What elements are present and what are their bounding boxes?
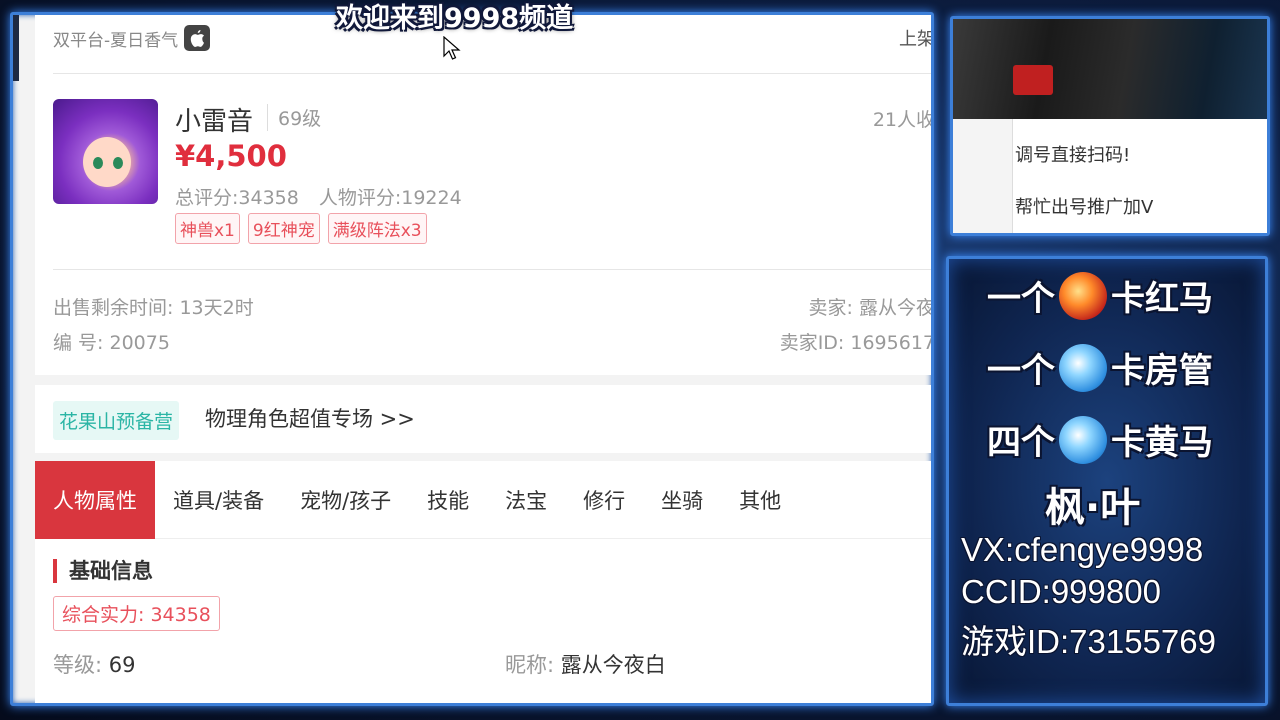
channel-welcome-title: 欢迎来到9998频道 (336, 3, 574, 34)
divider (53, 73, 931, 74)
tab-skills[interactable]: 技能 (409, 461, 487, 539)
webcam-video (953, 19, 1267, 119)
reward-line: 四个 卡黄马 (987, 415, 1213, 464)
reward-prize: 卡房管 (1111, 351, 1213, 391)
platform-row: 双平台-夏日香气 (53, 25, 211, 51)
avatar-face (83, 137, 131, 187)
tag: 9红神宠 (247, 213, 320, 244)
details-card: 人物属性 道具/装备 宠物/孩子 技能 法宝 修行 坐骑 其他 基础信息 综合实… (35, 461, 931, 703)
character-name[interactable]: 小雷音 (175, 101, 253, 138)
tab-other[interactable]: 其他 (721, 461, 799, 539)
mouse-cursor-icon (443, 36, 461, 60)
character-score: 人物评分:19224 (318, 187, 462, 209)
cc-id: CCID:999800 (961, 573, 1161, 610)
promo-badge: 花果山预备营 (53, 401, 180, 440)
frame-edge (13, 15, 19, 81)
divider (53, 269, 931, 270)
tab-mounts[interactable]: 坐骑 (643, 461, 721, 539)
tab-treasures[interactable]: 法宝 (487, 461, 565, 539)
chat-sidebar (953, 119, 1013, 233)
streamer-info-panel: 一个 卡红马 一个 卡房管 四个 卡黄马 枫·叶 VX:cfengye9998 … (946, 256, 1268, 706)
main-web-frame: 双平台-夏日香气 上架 小雷音 69级 21人收 ¥4,500 总评分:3435… (10, 12, 934, 706)
avatar-eye (113, 157, 123, 169)
streamer-name: 枫·叶 (1045, 485, 1141, 531)
price: ¥4,500 (175, 139, 287, 173)
chat-line: 帮忙出号推广加V (1015, 197, 1154, 218)
scores-row: 总评分:34358 人物评分:19224 (175, 183, 462, 210)
tags-row: 神兽x1 9红神宠 满级阵法x3 (175, 213, 427, 244)
level-key: 等级: (53, 653, 103, 677)
level-value: 69 (108, 653, 136, 677)
character-avatar[interactable] (53, 99, 158, 204)
avatar-eye (93, 157, 103, 169)
reward-count: 一个 (987, 351, 1055, 391)
tag: 神兽x1 (175, 213, 240, 244)
nickname-field: 昵称: 露从今夜白 (505, 649, 666, 679)
character-level: 69级 (267, 104, 321, 131)
nickname-value: 露从今夜白 (560, 653, 666, 677)
sale-time-remaining: 出售剩余时间: 13天2时 (53, 297, 254, 319)
tab-items-equipment[interactable]: 道具/装备 (155, 461, 282, 539)
listing-card[interactable]: 双平台-夏日香气 上架 小雷音 69级 21人收 ¥4,500 总评分:3435… (35, 15, 934, 375)
chat-line: 调号直接扫码! (1015, 145, 1131, 166)
listed-label: 上架 (899, 29, 934, 50)
promo-link[interactable]: 物理角色超值专场 >> (205, 403, 415, 433)
reward-prize: 卡黄马 (1111, 423, 1213, 463)
webcam-panel: 调号直接扫码! 帮忙出号推广加V (950, 16, 1270, 236)
reward-count: 一个 (987, 279, 1055, 319)
nickname-key: 昵称: (505, 653, 555, 677)
wechat-id: VX:cfengye9998 (961, 531, 1204, 568)
reward-line: 一个 卡房管 (987, 343, 1213, 392)
blue-orb-icon (1059, 343, 1107, 392)
favorites-count: 21人收 (872, 109, 934, 131)
reward-count: 四个 (987, 423, 1055, 463)
tab-bar: 人物属性 道具/装备 宠物/孩子 技能 法宝 修行 坐骑 其他 (35, 461, 931, 539)
tab-character-attributes[interactable]: 人物属性 (35, 461, 155, 539)
reward-prize: 卡红马 (1111, 279, 1213, 319)
reward-line: 一个 卡红马 (987, 271, 1213, 320)
blue-orb-icon (1059, 415, 1107, 464)
total-score: 总评分:34358 (175, 187, 299, 209)
strength-badge: 综合实力: 34358 (53, 596, 220, 631)
game-id: 游戏ID:73155769 (961, 623, 1216, 660)
seller-id: 卖家ID: 1695617 (779, 332, 934, 354)
red-orb-icon (1059, 271, 1107, 320)
microphone-icon (1013, 65, 1053, 95)
promo-card[interactable]: 花果山预备营 物理角色超值专场 >> (35, 385, 931, 453)
serial-number: 编 号: 20075 (53, 332, 170, 354)
tag: 满级阵法x3 (327, 213, 427, 244)
seller-name[interactable]: 卖家: 露从今夜 (809, 293, 931, 320)
section-title: 基础信息 (53, 559, 153, 583)
apple-icon (184, 25, 211, 51)
tab-cultivation[interactable]: 修行 (565, 461, 643, 539)
tab-pets-children[interactable]: 宠物/孩子 (282, 461, 409, 539)
platform-label: 双平台-夏日香气 (53, 30, 179, 51)
level-field: 等级: 69 (53, 649, 136, 679)
